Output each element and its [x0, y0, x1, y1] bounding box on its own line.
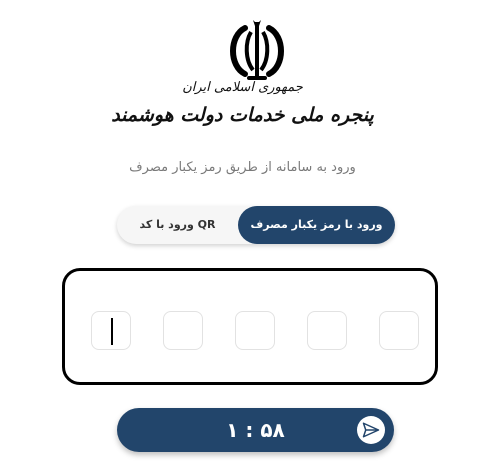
brand-emblem: [223, 20, 291, 82]
otp-digit-input[interactable]: [91, 311, 131, 350]
brand-line2: پنجره ملی خدمات دولت هوشمند: [111, 104, 374, 126]
send-icon[interactable]: [357, 416, 385, 444]
iran-emblem-icon: [230, 20, 284, 80]
login-method-toggle: ورود با کد QR ورود با رمز یکبار مصرف: [117, 206, 395, 244]
countdown-timer-text: ۱ : ۵۸: [226, 418, 285, 442]
otp-input-group: [62, 268, 438, 385]
countdown-timer-button[interactable]: ۱ : ۵۸: [117, 408, 394, 452]
brand-line1: جمهوری اسلامی ایران: [182, 80, 303, 95]
otp-digit-input[interactable]: [235, 311, 275, 350]
login-subtitle: ورود به سامانه از طریق رمز یکبار مصرف: [129, 160, 356, 175]
otp-digit-input[interactable]: [307, 311, 347, 350]
tab-otp-login[interactable]: ورود با رمز یکبار مصرف: [238, 206, 395, 244]
otp-digit-input[interactable]: [163, 311, 203, 350]
tab-qr-login[interactable]: ورود با کد QR: [117, 206, 238, 244]
otp-digit-input[interactable]: [379, 311, 419, 350]
text-cursor: [111, 318, 113, 345]
